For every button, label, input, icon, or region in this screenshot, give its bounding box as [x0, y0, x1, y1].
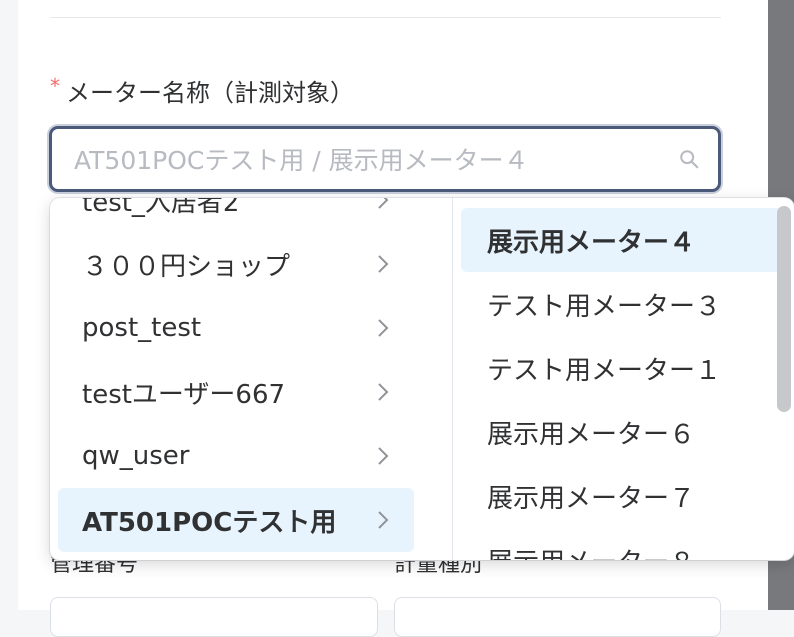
- chevron-right-icon: [378, 447, 389, 465]
- level2-item[interactable]: テスト用メーター１: [461, 336, 787, 400]
- metering-type-select[interactable]: [394, 597, 721, 637]
- level1-item[interactable]: ３００円ショップ: [58, 232, 414, 296]
- level2-item[interactable]: 展示用メーター４: [461, 208, 787, 272]
- cascader-menu-level1[interactable]: test_入居者2 ３００円ショップ post_test testユーザー667 qw_…: [50, 198, 423, 560]
- chevron-right-icon: [378, 319, 389, 337]
- level1-item-label: AT501POCテスト用: [82, 507, 337, 538]
- chevron-right-icon: [378, 383, 389, 401]
- level2-item-label: 展示用メーター４: [487, 227, 696, 258]
- meter-name-label: * メーター名称（計測対象）: [50, 74, 354, 107]
- level1-item[interactable]: AT501POCテスト用: [58, 488, 414, 552]
- level1-item-label: qw_user: [82, 441, 190, 471]
- level2-item-label: 展示用メーター８: [487, 542, 763, 561]
- level1-item-label: testユーザー667: [82, 379, 286, 410]
- meter-name-label-text: メーター名称（計測対象）: [66, 78, 354, 107]
- level2-item-label: テスト用メーター３: [487, 291, 722, 322]
- cascader-placeholder: AT501POCテスト用 / 展示用メーター４: [74, 146, 529, 175]
- level2-item[interactable]: 展示用メーター８: [461, 528, 787, 561]
- level2-item-label: 展示用メーター７: [487, 483, 696, 514]
- level2-item[interactable]: 展示用メーター６: [461, 400, 787, 464]
- section-divider: [50, 17, 721, 18]
- level2-item[interactable]: テスト用メーター３: [461, 272, 787, 336]
- chevron-right-icon: [378, 198, 389, 209]
- cascader-dropdown: test_入居者2 ３００円ショップ post_test testユーザー667 qw_…: [50, 198, 794, 560]
- meter-cascader-input[interactable]: AT501POCテスト用 / 展示用メーター４: [49, 126, 721, 192]
- chevron-right-icon: [378, 255, 389, 273]
- level1-item[interactable]: test_入居者2: [58, 198, 414, 232]
- menu-level2-scrollbar[interactable]: [777, 206, 791, 412]
- level2-item-label: 展示用メーター６: [487, 419, 696, 450]
- search-icon: [680, 150, 699, 169]
- level1-item[interactable]: qw_user: [58, 424, 414, 488]
- level1-item[interactable]: testユーザー667: [58, 360, 414, 424]
- level1-item-label: ３００円ショップ: [82, 251, 291, 282]
- level1-item-label: test_入居者2: [82, 198, 240, 218]
- cascader-menu-level2[interactable]: 展示用メーター４ テスト用メーター３ テスト用メーター１ 展示用メーター６ 展示用メータ…: [452, 198, 794, 560]
- level1-item[interactable]: post_test: [58, 296, 414, 360]
- level2-item[interactable]: 展示用メーター７: [461, 464, 787, 528]
- level2-item-label: テスト用メーター１: [487, 355, 722, 386]
- required-mark: *: [50, 74, 60, 98]
- management-number-input[interactable]: [50, 597, 378, 637]
- level1-item-label: post_test: [82, 313, 202, 343]
- chevron-right-icon: [378, 511, 389, 529]
